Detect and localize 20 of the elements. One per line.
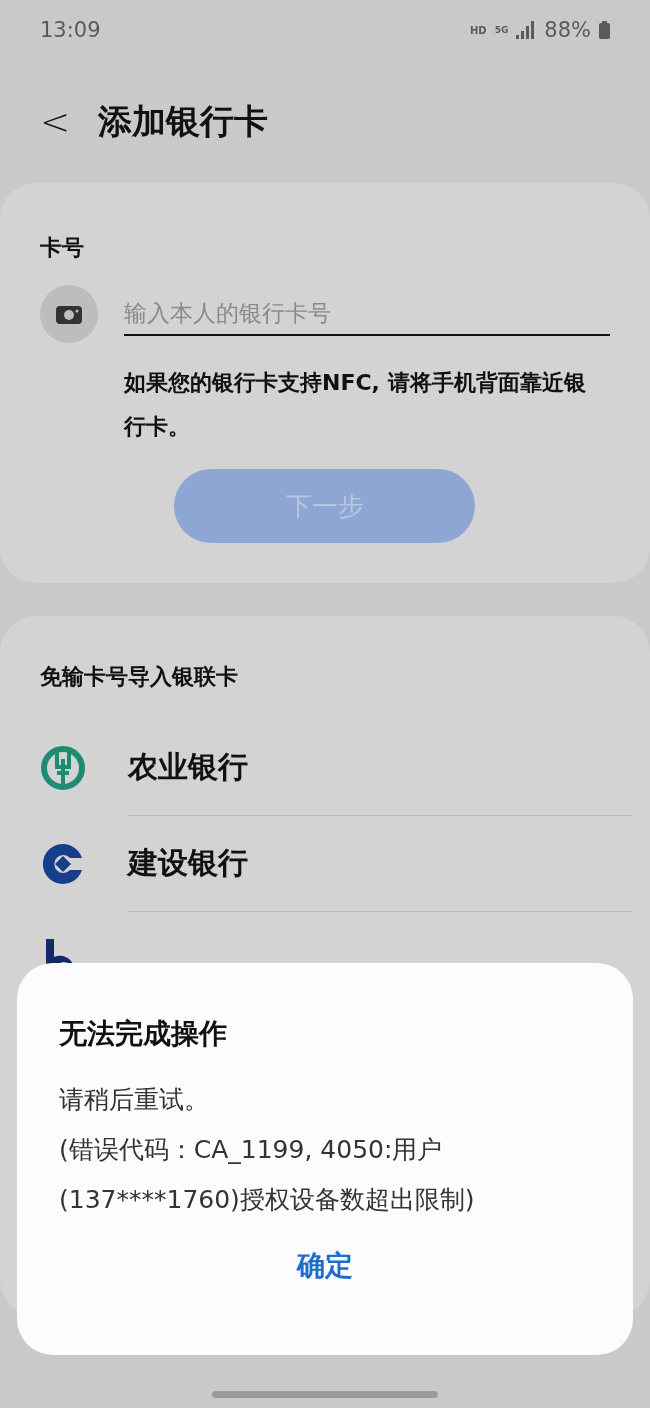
bank-logo-icon — [40, 745, 86, 791]
dialog-title: 无法完成操作 — [59, 1016, 228, 1052]
signal-icon — [516, 21, 537, 39]
battery-icon — [599, 21, 610, 39]
section-title: 免输卡号导入银联卡 — [40, 663, 239, 691]
camera-icon — [56, 304, 82, 324]
confirm-button[interactable]: 确定 — [277, 1237, 373, 1295]
battery-percent: 88% — [544, 18, 591, 42]
nfc-hint: 如果您的银行卡支持NFC, 请将手机背面靠近银行卡。 — [124, 369, 587, 441]
field-label: 卡号 — [40, 234, 85, 262]
back-button[interactable]: < — [40, 101, 71, 142]
bank-name[interactable]: 农业银行 — [128, 720, 632, 816]
hd-indicator: HD — [470, 24, 487, 36]
card-number-field[interactable]: 输入本人的银行卡号 — [124, 292, 610, 336]
page-title: 添加银行卡 — [98, 99, 269, 143]
network-indicator: 5G — [494, 25, 509, 35]
dialog-message: 请稍后重试。 — [59, 1084, 210, 1116]
bank-name[interactable]: 建设银行 — [128, 816, 632, 912]
error-detail: (错误代码：CA_1199, 4050:用户(137****1760)授权设备数超出限制) — [59, 1134, 476, 1216]
status-time: 13:09 — [40, 18, 101, 42]
